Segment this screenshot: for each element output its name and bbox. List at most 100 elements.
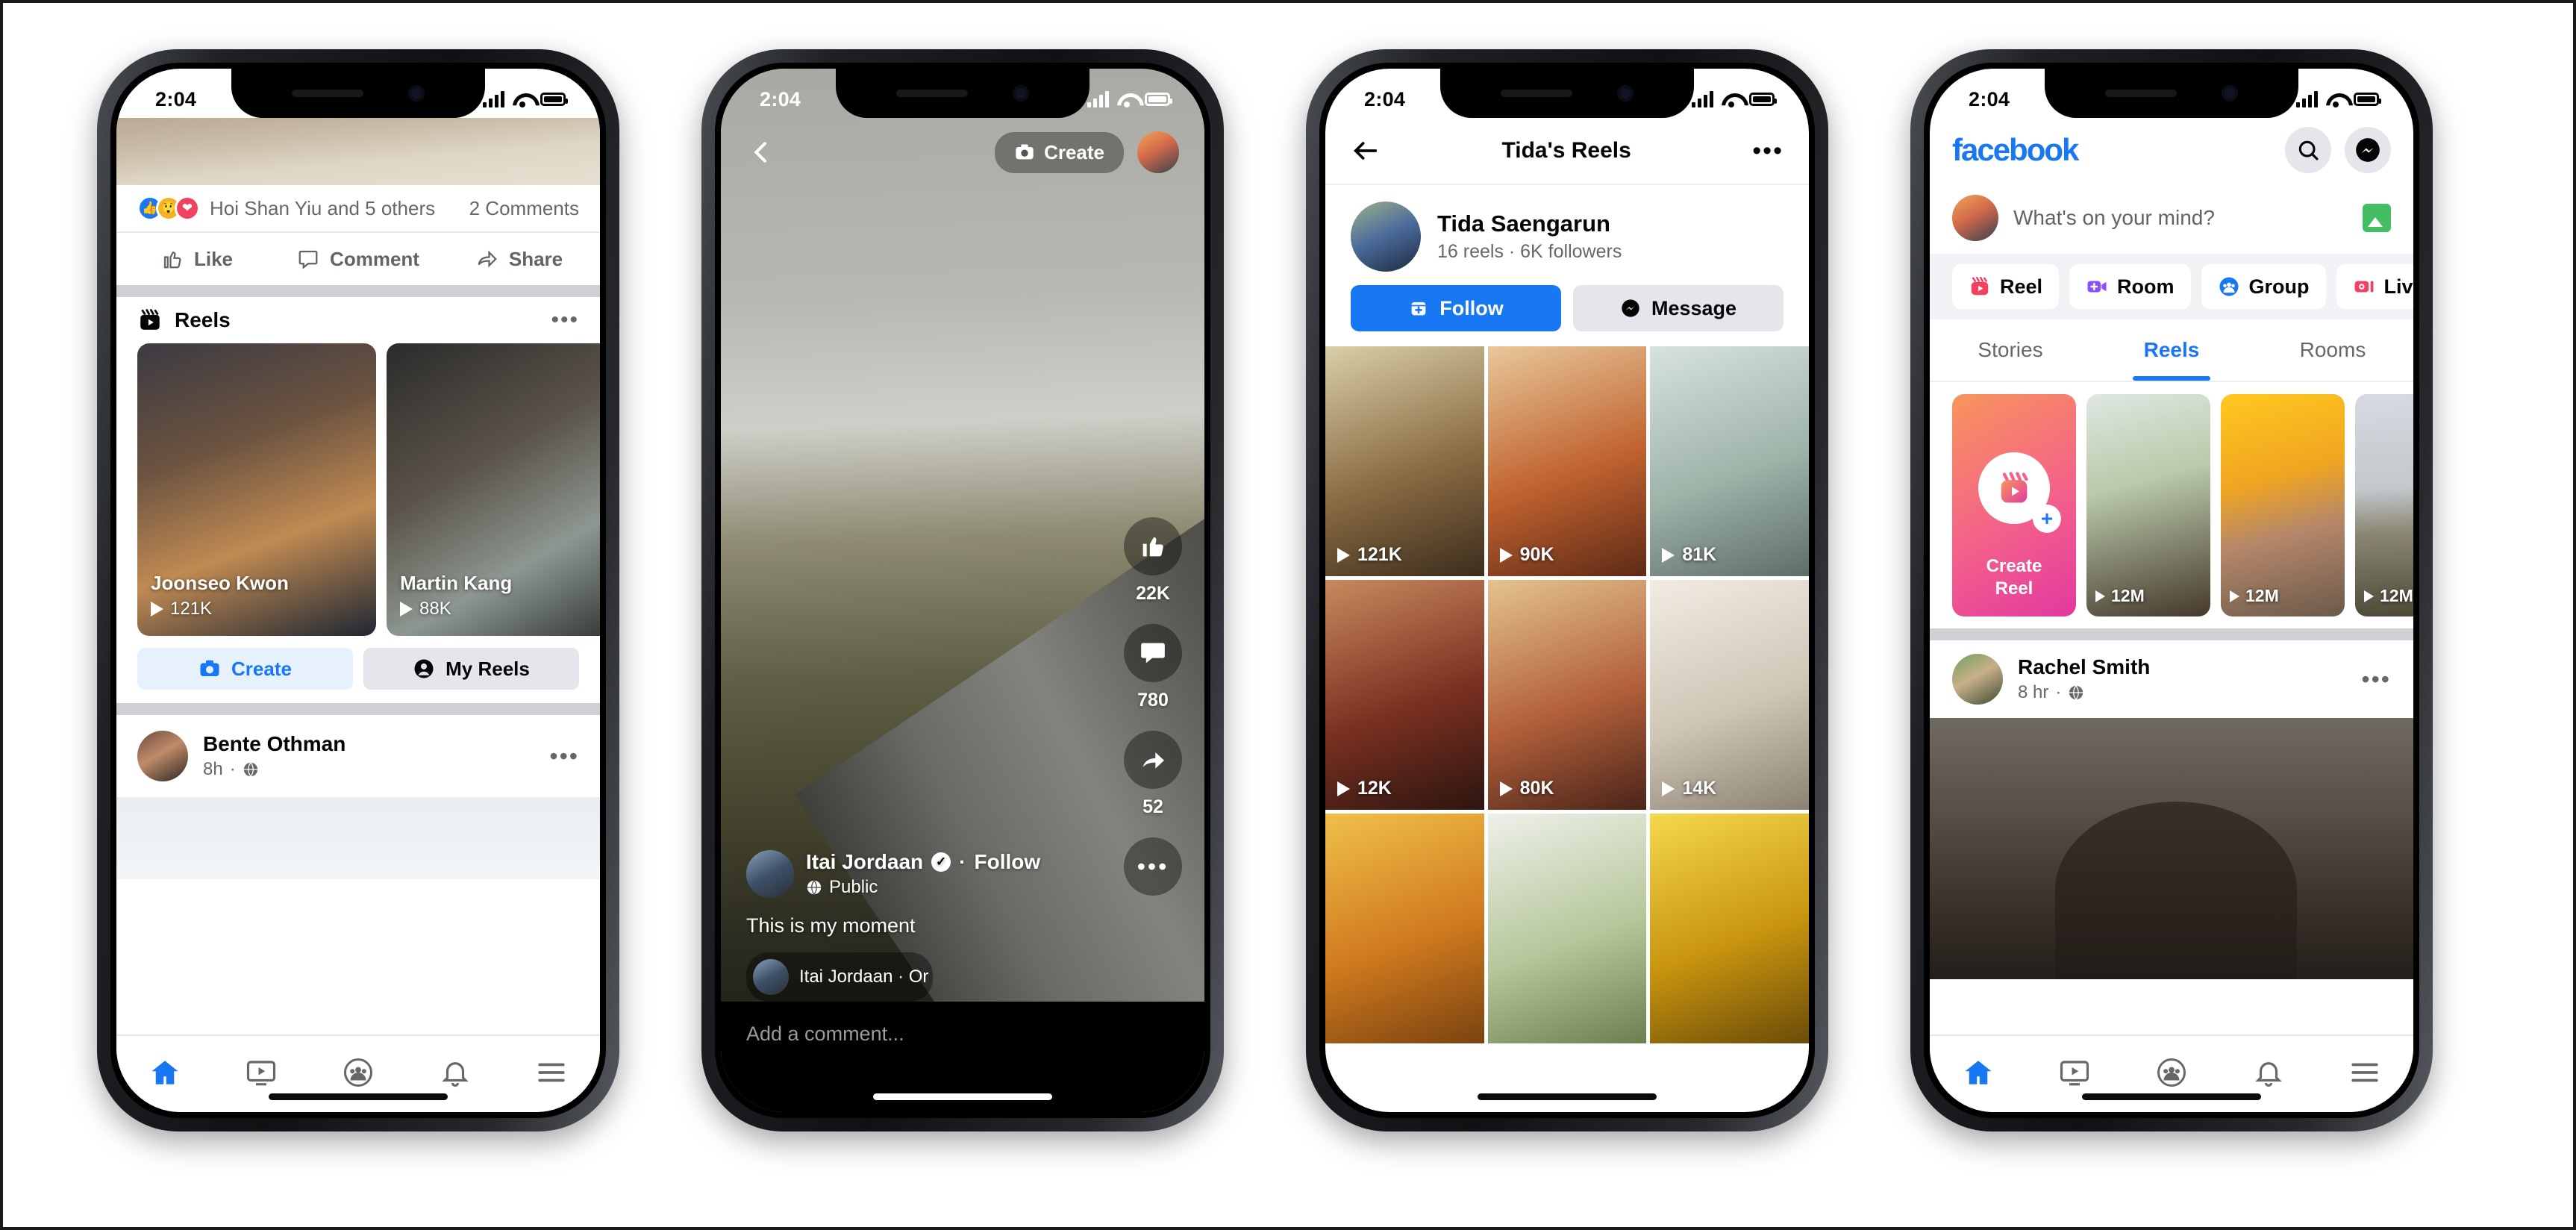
nav-home-button[interactable] xyxy=(1963,1057,1994,1092)
reel-grid-cell[interactable]: 90K xyxy=(1487,346,1647,576)
share-button[interactable] xyxy=(1124,731,1182,789)
more-button[interactable]: ••• xyxy=(1124,837,1182,896)
wifi-icon xyxy=(1722,92,1741,107)
signal-icon xyxy=(1692,91,1713,107)
nav-menu-button[interactable] xyxy=(2349,1057,2380,1092)
comment-count[interactable]: 2 Comments xyxy=(469,197,579,220)
reel-carousel-card[interactable]: 12M xyxy=(2086,394,2210,616)
nav-notifications-button[interactable] xyxy=(440,1057,471,1092)
live-pill[interactable]: Live xyxy=(2336,264,2413,309)
messenger-button[interactable] xyxy=(2345,127,2391,173)
wifi-icon xyxy=(1117,92,1137,107)
section-divider xyxy=(1930,628,2413,640)
globe-icon xyxy=(807,879,822,896)
live-pill-label: Live xyxy=(2383,275,2413,298)
signal-icon xyxy=(2296,91,2318,107)
post-menu-icon[interactable]: ••• xyxy=(549,743,579,770)
photo-icon[interactable] xyxy=(2363,204,2391,232)
facebook-logo[interactable]: facebook xyxy=(1952,132,2079,168)
avatar[interactable] xyxy=(746,850,794,898)
audio-attribution[interactable]: Itai Jordaan · Or xyxy=(746,952,933,1002)
comment-button[interactable]: Comment xyxy=(278,233,439,285)
nav-groups-button[interactable] xyxy=(2156,1057,2187,1092)
reel-grid-cell[interactable]: 121K xyxy=(1325,346,1484,576)
plus-badge-icon: + xyxy=(2033,505,2061,533)
profile-avatar[interactable] xyxy=(1137,131,1179,173)
speaker-icon xyxy=(1501,90,1572,97)
reel-views: 121K xyxy=(1357,544,1402,565)
nav-home-button[interactable] xyxy=(149,1057,181,1092)
reel-grid-cell[interactable]: 80K xyxy=(1487,580,1647,810)
reel-grid-cell[interactable]: 14K xyxy=(1650,580,1809,810)
play-icon xyxy=(2230,590,2239,602)
reel-pill-label: Reel xyxy=(2000,275,2043,298)
audio-avatar xyxy=(753,959,789,995)
tab-reels[interactable]: Reels xyxy=(2091,319,2252,381)
watch-icon xyxy=(247,1060,276,1085)
profile-stats: 16 reels · 6K followers xyxy=(1437,241,1622,262)
status-time: 2:04 xyxy=(1364,87,1406,110)
avatar[interactable] xyxy=(1351,202,1421,272)
nav-groups-button[interactable] xyxy=(343,1057,374,1092)
tab-rooms[interactable]: Rooms xyxy=(2252,319,2413,381)
tab-stories[interactable]: Stories xyxy=(1930,319,2091,381)
nav-menu-button[interactable] xyxy=(536,1057,567,1092)
reel-carousel-card[interactable]: 12M xyxy=(2221,394,2345,616)
messenger-icon xyxy=(2356,138,2380,162)
post-author-name[interactable]: Rachel Smith xyxy=(2018,655,2150,679)
like-button[interactable] xyxy=(1124,517,1182,575)
reel-grid-cell[interactable]: 12K xyxy=(1325,580,1484,810)
post-author-name[interactable]: Bente Othman xyxy=(203,732,346,756)
comment-button[interactable] xyxy=(1124,624,1182,682)
reel-grid-cell[interactable] xyxy=(1487,814,1647,1043)
nav-notifications-button[interactable] xyxy=(2253,1057,2284,1092)
room-icon xyxy=(2087,281,2107,293)
reel-author-row[interactable]: Itai Jordaan ✓ · Follow Public xyxy=(746,850,1040,898)
avatar[interactable] xyxy=(1952,654,2003,705)
speaker-icon xyxy=(896,90,968,97)
reel-views: 12M xyxy=(2111,586,2145,605)
reels-card-row[interactable]: Joonseo Kwon 121K Martin Kang 88K xyxy=(116,343,600,636)
reel-carousel-card[interactable]: 12M xyxy=(2355,394,2413,616)
avatar[interactable] xyxy=(137,731,188,781)
nav-watch-button[interactable] xyxy=(2059,1057,2090,1092)
overflow-menu-icon[interactable]: ••• xyxy=(1752,137,1783,166)
status-time: 2:04 xyxy=(760,87,801,110)
message-button[interactable]: Message xyxy=(1573,285,1783,331)
share-button[interactable]: Share xyxy=(439,233,600,285)
reel-grid-cell[interactable] xyxy=(1325,814,1484,1043)
reel-grid-cell[interactable] xyxy=(1650,814,1809,1043)
arrow-left-icon[interactable] xyxy=(1351,136,1381,166)
nav-watch-button[interactable] xyxy=(246,1057,277,1092)
avatar[interactable] xyxy=(1952,195,1998,241)
reaction-names[interactable]: Hoi Shan Yiu and 5 others xyxy=(210,197,435,220)
reel-pill[interactable]: Reel xyxy=(1952,264,2060,309)
room-pill[interactable]: Room xyxy=(2069,264,2191,309)
play-icon xyxy=(400,602,413,616)
my-reels-button[interactable]: My Reels xyxy=(363,648,579,690)
bottom-nav xyxy=(116,1034,600,1112)
chevron-left-icon[interactable] xyxy=(746,137,776,167)
create-reel-card[interactable]: + Create Reel xyxy=(1952,394,2076,616)
section-divider xyxy=(116,703,600,715)
reel-grid-cell[interactable]: 81K xyxy=(1650,346,1809,576)
reel-card[interactable]: Joonseo Kwon 121K xyxy=(137,343,376,636)
reel-card[interactable]: Martin Kang 88K xyxy=(387,343,600,636)
profile-name[interactable]: Tida Saengarun xyxy=(1437,210,1622,237)
post-composer[interactable]: What's on your mind? xyxy=(1930,182,2413,254)
follow-button[interactable]: Follow xyxy=(1351,285,1561,331)
reels-icon xyxy=(140,309,160,330)
like-button[interactable]: Like xyxy=(116,233,278,285)
share-count: 52 xyxy=(1142,796,1163,817)
follow-link[interactable]: Follow xyxy=(975,850,1041,874)
reel-author-name[interactable]: Itai Jordaan xyxy=(806,850,923,874)
play-icon xyxy=(2095,590,2105,602)
reels-menu-icon[interactable]: ••• xyxy=(551,308,579,333)
post-menu-icon[interactable]: ••• xyxy=(2361,666,2391,693)
reel-views: 12M xyxy=(2245,586,2279,605)
reels-carousel[interactable]: + Create Reel 12M 12M 12M xyxy=(1930,382,2413,628)
create-reel-button[interactable]: Create xyxy=(137,648,353,690)
create-button[interactable]: Create xyxy=(995,131,1124,173)
group-pill[interactable]: Group xyxy=(2201,264,2326,309)
search-button[interactable] xyxy=(2285,127,2331,173)
